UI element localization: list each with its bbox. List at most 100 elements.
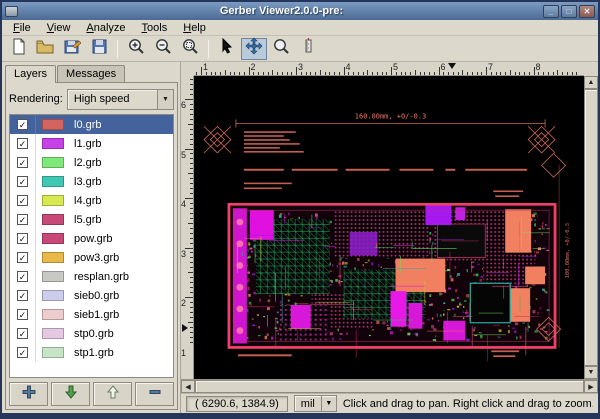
- menu-analyze[interactable]: Analyze: [79, 21, 132, 35]
- zoom-tool-icon: [272, 37, 290, 60]
- move-layer-up-button[interactable]: [93, 382, 132, 406]
- zoom-out-button[interactable]: [150, 38, 176, 60]
- layer-row-sieb0-grb[interactable]: ✓ sieb0.grb: [10, 286, 173, 305]
- layer-visibility-checkbox[interactable]: ✓: [17, 328, 28, 339]
- horizontal-scrollbar[interactable]: ◀ ▶: [181, 379, 598, 393]
- render-canvas[interactable]: 160.00mm, +0/-0.3 100.00mm, +0/-0.3: [194, 76, 584, 379]
- ruler-tick: [291, 72, 293, 75]
- layer-color-swatch[interactable]: [42, 271, 64, 282]
- remove-layer-button[interactable]: [135, 382, 174, 406]
- ruler-tick: [543, 72, 544, 75]
- layer-color-swatch[interactable]: [42, 290, 64, 301]
- scroll-up-icon[interactable]: ▲: [584, 76, 598, 89]
- layer-color-swatch[interactable]: [42, 214, 64, 225]
- ruler-number: 2: [181, 298, 187, 308]
- layer-visibility-checkbox[interactable]: ✓: [17, 138, 28, 149]
- layer-color-swatch[interactable]: [42, 195, 64, 206]
- layer-color-swatch[interactable]: [42, 233, 64, 244]
- measure-tool-button[interactable]: [295, 38, 321, 60]
- ruler-tick: [188, 123, 193, 125]
- ruler-tick: [414, 70, 416, 75]
- zoom-tool-button[interactable]: [268, 38, 294, 60]
- layer-row-l0-grb[interactable]: ✓ l0.grb: [10, 115, 173, 134]
- ruler-tick: [476, 72, 478, 75]
- vertical-scrollbar[interactable]: ▲ ▼: [584, 76, 598, 379]
- ruler-tick: [190, 94, 193, 96]
- horizontal-scroll-thumb[interactable]: [195, 380, 584, 393]
- ruler-tick: [190, 108, 193, 110]
- menu-help[interactable]: Help: [176, 21, 213, 35]
- menu-file[interactable]: File: [6, 21, 38, 35]
- ruler-tick: [571, 72, 573, 75]
- layer-row-l5-grb[interactable]: ✓ l5.grb: [10, 210, 173, 229]
- menu-view[interactable]: View: [40, 21, 78, 35]
- scroll-right-icon[interactable]: ▶: [584, 380, 598, 393]
- layer-visibility-checkbox[interactable]: ✓: [17, 119, 28, 130]
- ruler-tick: [185, 198, 193, 199]
- checkbox-cell: ✓: [10, 267, 36, 286]
- unit-select[interactable]: mil ▼: [293, 395, 337, 412]
- tab-messages[interactable]: Messages: [57, 65, 126, 82]
- layer-row-pow3-grb[interactable]: ✓ pow3.grb: [10, 248, 173, 267]
- scroll-down-icon[interactable]: ▼: [584, 366, 598, 379]
- minimize-button[interactable]: _: [543, 4, 559, 18]
- layer-visibility-checkbox[interactable]: ✓: [17, 157, 28, 168]
- ruler-tick: [566, 72, 568, 75]
- layer-color-swatch[interactable]: [42, 138, 64, 149]
- layer-visibility-checkbox[interactable]: ✓: [17, 347, 28, 358]
- ruler-position-marker: [448, 63, 457, 69]
- layer-color-swatch[interactable]: [42, 347, 64, 358]
- ruler-tick: [190, 188, 193, 190]
- pointer-tool-button[interactable]: [214, 37, 240, 60]
- ruler-tick: [190, 301, 193, 303]
- layer-color-swatch[interactable]: [42, 328, 64, 339]
- layer-visibility-checkbox[interactable]: ✓: [17, 252, 28, 263]
- ruler-position-marker: [182, 323, 188, 332]
- ruler-tick: [229, 72, 231, 75]
- ruler-number: 4: [181, 199, 187, 209]
- tab-layers[interactable]: Layers: [5, 65, 57, 83]
- save-button[interactable]: [86, 38, 112, 60]
- layer-row-pow-grb[interactable]: ✓ pow.grb: [10, 229, 173, 248]
- layer-visibility-checkbox[interactable]: ✓: [17, 309, 28, 320]
- move-layer-down-button[interactable]: [51, 382, 90, 406]
- save-as-button[interactable]: [59, 38, 85, 60]
- pan-tool-button[interactable]: [241, 37, 267, 60]
- rendering-select[interactable]: High speed ▼: [66, 88, 174, 110]
- vertical-scroll-thumb[interactable]: [584, 89, 598, 366]
- ruler-tick: [557, 70, 559, 75]
- scroll-left-icon[interactable]: ◀: [181, 380, 195, 393]
- zoom-in-button[interactable]: [123, 38, 149, 60]
- ruler-tick: [239, 72, 240, 75]
- layer-row-stp0-grb[interactable]: ✓ stp0.grb: [10, 324, 173, 343]
- open-file-button[interactable]: [32, 38, 58, 60]
- layer-row-sieb1-grb[interactable]: ✓ sieb1.grb: [10, 305, 173, 324]
- close-button[interactable]: ✕: [579, 4, 595, 18]
- layer-color-swatch[interactable]: [42, 176, 64, 187]
- layer-color-swatch[interactable]: [42, 252, 64, 263]
- layer-row-l4-grb[interactable]: ✓ l4.grb: [10, 191, 173, 210]
- zoom-fit-button[interactable]: [177, 38, 203, 60]
- ruler-tick: [495, 72, 497, 75]
- layer-visibility-checkbox[interactable]: ✓: [17, 290, 28, 301]
- layer-visibility-checkbox[interactable]: ✓: [17, 176, 28, 187]
- new-file-button[interactable]: [5, 38, 31, 60]
- layer-visibility-checkbox[interactable]: ✓: [17, 233, 28, 244]
- layer-row-l3-grb[interactable]: ✓ l3.grb: [10, 172, 173, 191]
- add-layer-button[interactable]: [9, 382, 48, 406]
- menu-tools[interactable]: Tools: [135, 21, 175, 35]
- ruler-tick: [190, 158, 193, 160]
- layer-color-swatch[interactable]: [42, 309, 64, 320]
- maximize-button[interactable]: □: [561, 4, 577, 18]
- layer-color-swatch[interactable]: [42, 119, 64, 130]
- layer-visibility-checkbox[interactable]: ✓: [17, 195, 28, 206]
- layer-visibility-checkbox[interactable]: ✓: [17, 214, 28, 225]
- layer-color-swatch[interactable]: [42, 157, 64, 168]
- ruler-tick: [190, 227, 193, 229]
- ruler-tick: [190, 237, 193, 239]
- layer-row-resplan-grb[interactable]: ✓ resplan.grb: [10, 267, 173, 286]
- layer-row-stp1-grb[interactable]: ✓ stp1.grb: [10, 343, 173, 362]
- layer-row-l2-grb[interactable]: ✓ l2.grb: [10, 153, 173, 172]
- layer-row-l1-grb[interactable]: ✓ l1.grb: [10, 134, 173, 153]
- layer-visibility-checkbox[interactable]: ✓: [17, 271, 28, 282]
